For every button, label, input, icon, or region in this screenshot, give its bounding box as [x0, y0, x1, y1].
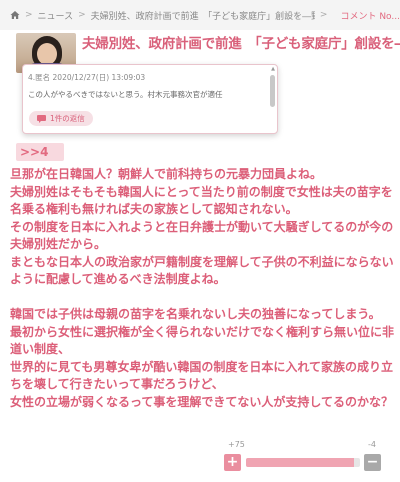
popup-scrollbar[interactable]: [270, 67, 275, 129]
minus-vote-button[interactable]: −: [364, 454, 381, 471]
comment-body: この人がやるべきではないと思う。村木元事務次官が適任: [28, 90, 223, 99]
article-title[interactable]: 夫婦別姓、政府計画で前進 「子ども家庭庁」創設を―野田聖子氏インタビュー: [82, 35, 400, 54]
reply-preview-popup: 4.匿名 2020/12/27(日) 13:09:03 この人がやるべきではない…: [22, 64, 278, 134]
reply-anchor-link[interactable]: >>4: [16, 143, 64, 161]
home-icon[interactable]: [10, 10, 20, 20]
breadcrumb: > ニュース > 夫婦別姓、政府計画で前進 「子ども家庭庁」創設を―野田聖子氏イ…: [0, 0, 400, 30]
comment-meta: 4.匿名 2020/12/27(日) 13:09:03: [28, 73, 146, 82]
breadcrumb-article-link[interactable]: 夫婦別姓、政府計画で前進 「子ども家庭庁」創設を―野田聖子氏インタ: [91, 9, 315, 22]
vote-ratio-bar: [246, 458, 360, 467]
comment-paragraph: 夫婦別姓はそもそも韓国人にとって当たり前の制度で女性は夫の苗字を名乗る権利も無け…: [10, 184, 393, 217]
vote-widget: +75 -4 + −: [224, 438, 394, 482]
comment-paragraph: 旦那が在日韓国人？朝鮮人で前科持ちの元暴力団員よね。: [10, 167, 323, 181]
breadcrumb-comment-link[interactable]: コメント No...: [340, 9, 400, 22]
breadcrumb-news-link[interactable]: ニュース: [38, 9, 74, 22]
comment-paragraph: その制度を日本に入れようと在日弁護士が動いて大騒ぎしてるのが今の夫婦別姓だから。: [10, 219, 394, 252]
minus-count: -4: [368, 440, 376, 449]
chevron-right-icon: >: [319, 10, 328, 20]
comment-paragraph: 世界的に見ても男尊女卑が酷い韓国の制度を日本に入れて家族の成り立ちを壊して行きた…: [10, 359, 394, 392]
comment-paragraph: 女性の立場が弱くなるって事を理解できてない人が支持してるのかな？: [10, 394, 394, 409]
vote-ratio-fill: [246, 458, 355, 467]
chevron-right-icon: >: [25, 10, 33, 20]
comment-paragraph: まともな日本人の政治家が戸籍制度を理解して子供の不利益にならないように配慮して進…: [10, 254, 394, 287]
comment-paragraph: 韓国では子供は母親の苗字を名乗れないし夫の独善になってしまう。: [10, 307, 381, 321]
replies-button[interactable]: 1件の返信: [29, 111, 93, 126]
scrollbar-thumb[interactable]: [270, 75, 275, 107]
replies-label: 1件の返信: [50, 114, 85, 123]
chevron-right-icon: >: [78, 10, 86, 20]
plus-vote-button[interactable]: +: [224, 454, 241, 471]
comment-content: 旦那が在日韓国人？朝鮮人で前科持ちの元暴力団員よね。 夫婦別姓はそもそも韓国人に…: [10, 166, 394, 411]
speech-bubble-icon: [37, 114, 46, 123]
plus-count: +75: [228, 440, 245, 449]
comment-paragraph: 最初から女性に選択権が全く得られないだけでなく権利すら無い位に非道い制度、: [10, 324, 395, 357]
